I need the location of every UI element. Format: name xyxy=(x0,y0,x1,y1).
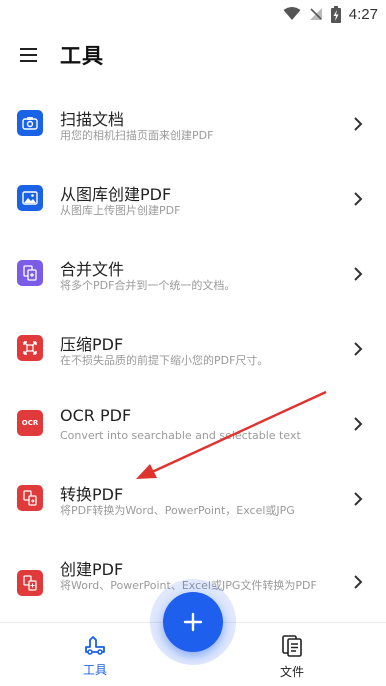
merge-icon xyxy=(17,260,43,286)
tool-description: 在不损失品质的前提下缩小您的PDF尺寸。 xyxy=(60,354,269,367)
camera-icon xyxy=(17,110,43,136)
tools-icon xyxy=(85,636,105,655)
tool-create-from-gallery[interactable]: 从图库创建PDF 从图库上传图片创建PDF xyxy=(0,161,386,235)
nav-tab-files[interactable]: 文件 xyxy=(262,635,322,680)
battery-charging-icon xyxy=(330,5,341,23)
menu-button[interactable] xyxy=(18,45,42,67)
chevron-right-icon xyxy=(354,342,363,356)
screen: 4:27 工具 扫描文档 用您的相机扫描页面来创建PDF 从图库创建PDF 从图… xyxy=(0,0,386,686)
tool-title: 从图库创建PDF xyxy=(60,185,172,204)
create-icon xyxy=(17,570,43,596)
tool-convert-pdf[interactable]: 转换PDF 将PDF转换为Word、PowerPoint，Excel或JPG xyxy=(0,461,386,535)
nav-tab-tools[interactable]: 工具 xyxy=(65,635,125,678)
menu-bar-line xyxy=(20,60,37,62)
menu-bar-line xyxy=(20,54,37,56)
nav-tab-files-label: 文件 xyxy=(279,665,304,679)
tool-description: 用您的相机扫描页面来创建PDF xyxy=(60,129,214,142)
files-icon xyxy=(282,635,302,657)
tool-description: Convert into searchable and selectable t… xyxy=(60,429,301,442)
nav-tab-tools-label: 工具 xyxy=(82,663,107,677)
chevron-right-icon xyxy=(354,417,363,431)
menu-bar-line xyxy=(20,48,37,50)
status-bar: 4:27 xyxy=(0,0,386,28)
chevron-right-icon xyxy=(354,267,363,281)
tool-scan-document[interactable]: 扫描文档 用您的相机扫描页面来创建PDF xyxy=(0,86,386,160)
chevron-right-icon xyxy=(354,575,363,589)
tool-description: 将多个PDF合并到一个统一的文档。 xyxy=(60,279,236,292)
tool-title: OCR PDF xyxy=(60,406,132,425)
tool-merge-files[interactable]: 合并文件 将多个PDF合并到一个统一的文档。 xyxy=(0,236,386,310)
ocr-icon-text: OCR xyxy=(21,419,39,427)
chevron-right-icon xyxy=(354,492,363,506)
tool-title: 转换PDF xyxy=(60,485,124,504)
tool-description: 将PDF转换为Word、PowerPoint，Excel或JPG xyxy=(60,504,295,517)
tool-title: 扫描文档 xyxy=(60,110,125,129)
image-icon xyxy=(17,185,43,211)
compress-icon xyxy=(17,335,43,361)
tool-title: 压缩PDF xyxy=(60,335,124,354)
wifi-icon xyxy=(283,7,301,20)
app-bar: 工具 xyxy=(0,36,386,76)
tool-description: 从图库上传图片创建PDF xyxy=(60,204,181,217)
no-signal-icon xyxy=(309,8,322,20)
ocr-icon: OCR xyxy=(17,410,43,436)
status-icons: 4:27 xyxy=(283,4,378,24)
page-title: 工具 xyxy=(60,44,104,68)
tool-ocr-pdf[interactable]: OCR OCR PDF Convert into searchable and … xyxy=(0,386,386,460)
clock: 4:27 xyxy=(348,5,378,23)
tool-compress-pdf[interactable]: 压缩PDF 在不损失品质的前提下缩小您的PDF尺寸。 xyxy=(0,311,386,385)
plus-icon xyxy=(183,612,203,632)
chevron-right-icon xyxy=(354,192,363,206)
tool-title: 创建PDF xyxy=(60,560,124,579)
convert-icon xyxy=(17,485,43,511)
add-button[interactable] xyxy=(163,592,223,652)
tool-title: 合并文件 xyxy=(60,260,125,279)
chevron-right-icon xyxy=(354,117,363,131)
